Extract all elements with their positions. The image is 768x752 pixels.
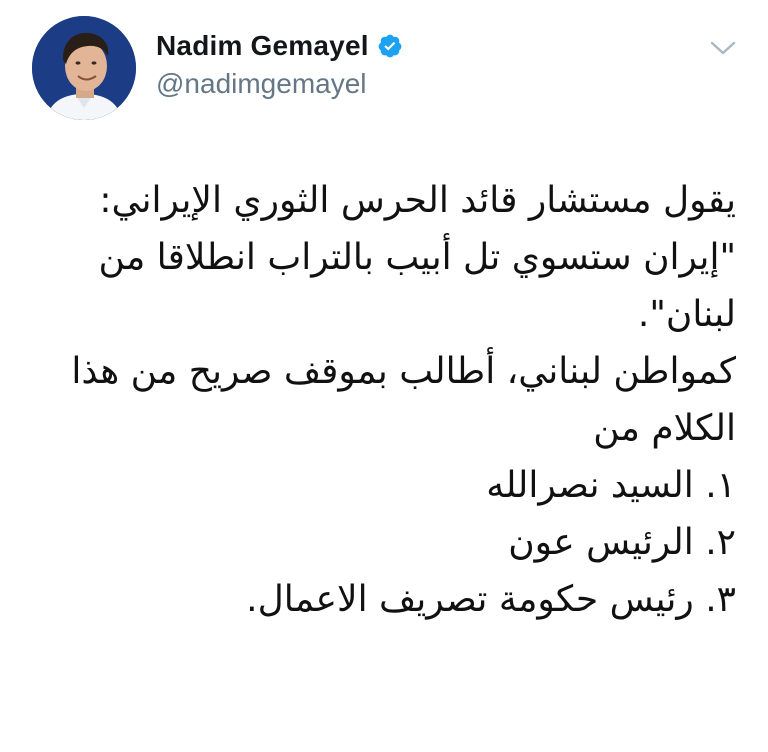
tweet-text-line: الكلام من bbox=[593, 408, 736, 449]
tweet-list-item: ٢. الرئيس عون bbox=[508, 522, 736, 563]
tweet-card: Nadim Gemayel @nadimgemayel يقول مستشار … bbox=[0, 0, 768, 752]
tweet-menu-button[interactable] bbox=[708, 38, 738, 58]
display-name[interactable]: Nadim Gemayel bbox=[156, 30, 369, 62]
tweet-text-line: يقول مستشار قائد الحرس الثوري الإيراني: bbox=[99, 180, 736, 221]
tweet-text: يقول مستشار قائد الحرس الثوري الإيراني: … bbox=[60, 172, 736, 628]
tweet-text-line: كمواطن لبناني، أطالب بموقف صريح من هذا bbox=[71, 351, 736, 392]
chevron-down-icon bbox=[710, 41, 736, 55]
avatar[interactable] bbox=[32, 16, 136, 120]
handle[interactable]: @nadimgemayel bbox=[156, 68, 403, 100]
profile-photo-icon bbox=[32, 16, 136, 120]
tweet-list-item: ٣. رئيس حكومة تصريف الاعمال. bbox=[246, 579, 736, 620]
tweet-header: Nadim Gemayel @nadimgemayel bbox=[32, 16, 752, 120]
display-name-row: Nadim Gemayel bbox=[156, 26, 403, 66]
author-names: Nadim Gemayel @nadimgemayel bbox=[156, 26, 403, 100]
tweet-list-item: ١. السيد نصرالله bbox=[486, 465, 736, 506]
tweet-text-line: لبنان". bbox=[637, 294, 736, 335]
verified-badge-icon bbox=[377, 33, 403, 59]
tweet-text-line: "إيران ستسوي تل أبيب بالتراب انطلاقا من bbox=[98, 237, 736, 278]
